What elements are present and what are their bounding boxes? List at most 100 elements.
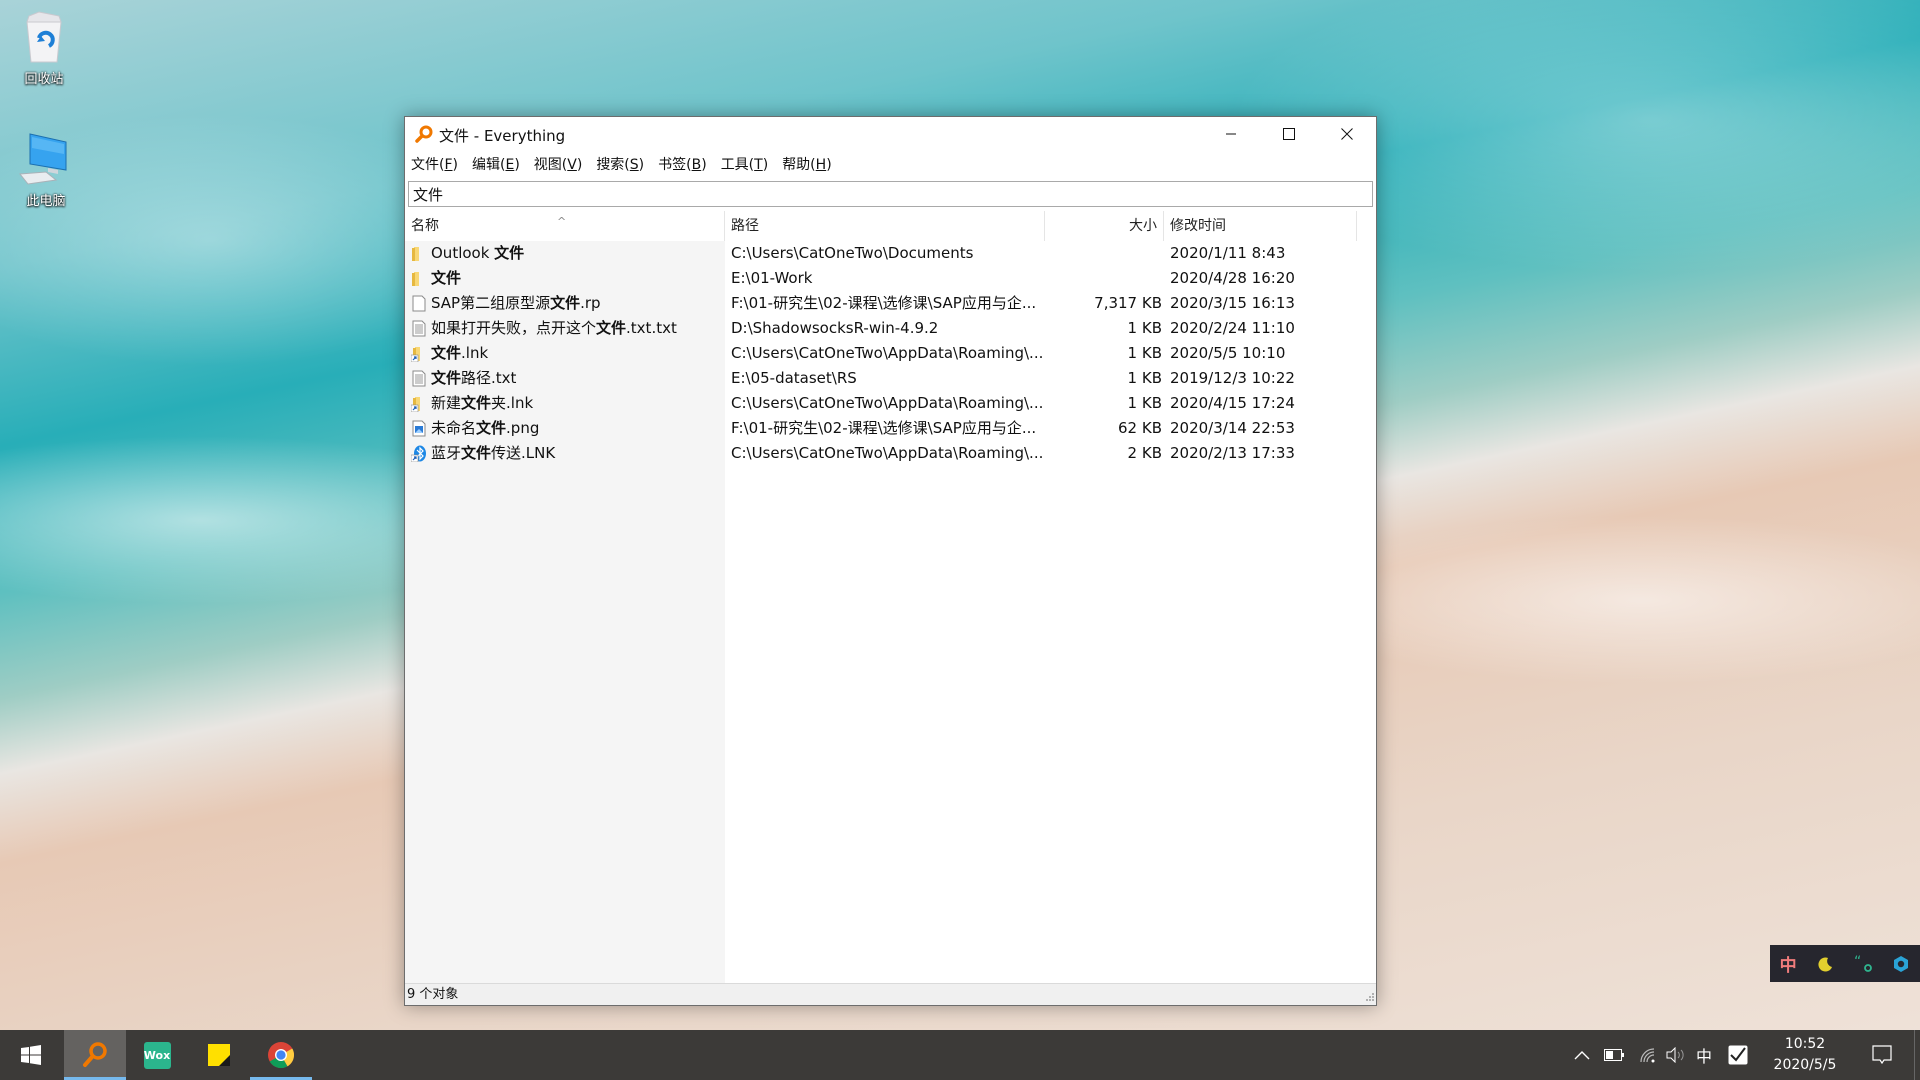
- ime-mode-toggle[interactable]: 中: [1780, 951, 1797, 976]
- name-text: .lnk: [461, 344, 489, 362]
- input-method-indicator[interactable]: 中: [1690, 1030, 1718, 1080]
- minimize-icon: [1226, 133, 1236, 135]
- tray-app-check[interactable]: [1724, 1030, 1752, 1080]
- result-name: 如果打开失败，点开这个文件.txt.txt: [405, 316, 725, 341]
- folder-shortcut-icon: [411, 347, 420, 362]
- menu-bar: 文件(F) 编辑(E) 视图(V) 搜索(S) 书签(B) 工具(T) 帮助(H…: [405, 151, 1376, 177]
- menu-search[interactable]: 搜索(S): [596, 154, 644, 174]
- result-row[interactable]: 新建文件夹.lnk C:\Users\CatOneTwo\AppData\Roam…: [405, 391, 1376, 416]
- result-path: C:\Users\CatOneTwo\Documents: [731, 244, 974, 262]
- result-path: C:\Users\CatOneTwo\AppData\Roaming\...: [731, 394, 1044, 412]
- result-path: D:\ShadowsocksR-win-4.9.2: [731, 319, 939, 337]
- result-row[interactable]: 未命名文件.png F:\01-研究生\02-课程\选修课\SAP应用与企... 6…: [405, 416, 1376, 441]
- close-button[interactable]: [1318, 117, 1376, 151]
- name-text: 如果打开失败，点开这个: [431, 319, 597, 337]
- result-row[interactable]: Outlook 文件 C:\Users\CatOneTwo\Documents 20…: [405, 241, 1376, 266]
- result-name: Outlook 文件: [405, 241, 725, 266]
- notification-icon: [1872, 1045, 1892, 1065]
- result-name: 蓝牙文件传送.LNK: [405, 441, 725, 466]
- result-name: 文件路径.txt: [405, 366, 725, 391]
- result-size: 1 KB: [1127, 369, 1162, 387]
- result-row[interactable]: 文件.lnk C:\Users\CatOneTwo\AppData\Roaming…: [405, 341, 1376, 366]
- show-desktop-button[interactable]: [1914, 1030, 1920, 1080]
- match-highlight: 文件: [476, 419, 507, 437]
- taskbar: Wox 中 10:52 2020/5/5: [0, 1030, 1920, 1080]
- menu-label: 书签(: [658, 157, 692, 173]
- punctuation-icon[interactable]: “: [1853, 955, 1873, 973]
- menu-help[interactable]: 帮助(H): [782, 154, 831, 174]
- result-path: C:\Users\CatOneTwo\AppData\Roaming\...: [731, 344, 1044, 362]
- title-bar[interactable]: 文件 - Everything: [405, 117, 1376, 151]
- result-size: 2 KB: [1127, 444, 1162, 462]
- column-header: 名称 ^ 路径 大小 修改时间: [405, 211, 1376, 241]
- battery-indicator[interactable]: [1600, 1030, 1628, 1080]
- minimize-button[interactable]: [1202, 117, 1260, 151]
- column-header-size[interactable]: 大小: [1045, 211, 1164, 241]
- settings-gear-icon[interactable]: [1892, 955, 1910, 973]
- clock[interactable]: 10:52 2020/5/5: [1760, 1034, 1850, 1076]
- name-text: 新建: [431, 394, 462, 412]
- menu-label-end: ): [576, 157, 583, 173]
- result-row[interactable]: 文件 E:\01-Work 2020/4/28 16:20: [405, 266, 1376, 291]
- name-text: 蓝牙: [431, 444, 462, 462]
- show-hidden-icons-button[interactable]: [1570, 1030, 1594, 1080]
- taskbar-app-everything[interactable]: [64, 1030, 126, 1080]
- menu-view[interactable]: 视图(V): [534, 154, 583, 174]
- result-size: 62 KB: [1118, 419, 1162, 437]
- menu-file[interactable]: 文件(F): [411, 154, 458, 174]
- menu-accelerator: T: [754, 157, 763, 173]
- name-text: .rp: [580, 294, 601, 312]
- name-text: .txt.txt: [626, 319, 677, 337]
- match-highlight: 文件: [431, 269, 462, 287]
- result-modified: 2020/5/5 10:10: [1170, 344, 1286, 362]
- result-size: 7,317 KB: [1094, 294, 1162, 312]
- taskbar-app-sticky-notes[interactable]: [188, 1030, 250, 1080]
- match-highlight: 文件: [431, 344, 462, 362]
- menu-tools[interactable]: 工具(T): [721, 154, 769, 174]
- clock-time: 10:52: [1784, 1036, 1826, 1052]
- name-text: 未命名: [431, 419, 477, 437]
- menu-label-end: ): [452, 157, 458, 173]
- menu-bookmarks[interactable]: 书签(B): [658, 154, 707, 174]
- menu-accelerator: H: [815, 157, 827, 173]
- moon-icon[interactable]: [1816, 955, 1834, 973]
- action-center-button[interactable]: [1862, 1030, 1902, 1080]
- taskbar-app-wox[interactable]: Wox: [126, 1030, 188, 1080]
- start-button[interactable]: [0, 1030, 62, 1080]
- menu-label-end: ): [826, 157, 832, 173]
- match-highlight: 文件: [550, 294, 581, 312]
- status-text: 9 个对象: [407, 987, 459, 1002]
- menu-label: 文件(: [411, 157, 445, 173]
- desktop-icon-this-pc[interactable]: 此电脑: [6, 132, 86, 209]
- network-indicator[interactable]: [1634, 1030, 1662, 1080]
- column-header-path[interactable]: 路径: [725, 211, 1045, 241]
- menu-accelerator: S: [629, 157, 639, 173]
- column-header-name[interactable]: 名称 ^: [405, 211, 725, 241]
- result-row[interactable]: 文件路径.txt E:\05-dataset\RS 1 KB 2019/12/3 10…: [405, 366, 1376, 391]
- text-file-icon: [412, 370, 426, 387]
- menu-accelerator: B: [691, 157, 702, 173]
- menu-accelerator: V: [567, 157, 577, 173]
- result-row[interactable]: SAP第二组原型源文件.rp F:\01-研究生\02-课程\选修课\SAP应用与…: [405, 291, 1376, 316]
- menu-edit[interactable]: 编辑(E): [472, 154, 520, 174]
- result-row[interactable]: 蓝牙文件传送.LNK C:\Users\CatOneTwo\AppData\Roa…: [405, 441, 1376, 466]
- resize-grip-icon[interactable]: [1364, 993, 1374, 1003]
- windows-logo-icon: [21, 1045, 41, 1065]
- result-name: 未命名文件.png: [405, 416, 725, 441]
- column-header-modified[interactable]: 修改时间: [1164, 211, 1357, 241]
- name-text: Outlook: [431, 244, 495, 262]
- taskbar-app-chrome[interactable]: [250, 1030, 312, 1080]
- maximize-button[interactable]: [1260, 117, 1318, 151]
- clock-date: 2020/5/5: [1773, 1057, 1837, 1073]
- desktop-icon-recycle-bin[interactable]: 回收站: [4, 8, 84, 87]
- menu-label-end: ): [514, 157, 520, 173]
- result-modified: 2020/1/11 8:43: [1170, 244, 1286, 262]
- menu-accelerator: E: [505, 157, 515, 173]
- results-list[interactable]: 名称 ^ 路径 大小 修改时间 Outlook 文件 C:\Users\CatOn…: [405, 211, 1376, 983]
- volume-indicator[interactable]: [1662, 1030, 1690, 1080]
- search-input[interactable]: 文件: [408, 181, 1373, 207]
- desktop-icon-label: 此电脑: [26, 194, 66, 209]
- result-path: E:\05-dataset\RS: [731, 369, 857, 387]
- wox-icon: Wox: [143, 1041, 171, 1069]
- result-row[interactable]: 如果打开失败，点开这个文件.txt.txt D:\ShadowsocksR-win…: [405, 316, 1376, 341]
